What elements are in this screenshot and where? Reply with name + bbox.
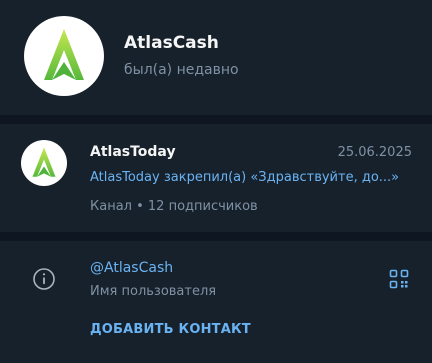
profile-name: AtlasCash — [124, 33, 219, 53]
channel-last-message[interactable]: AtlasToday закрепил(а) «Здравствуйте, до… — [90, 170, 399, 185]
channel-avatar[interactable] — [21, 140, 67, 186]
qr-code-icon[interactable] — [389, 269, 409, 289]
profile-info: @AtlasCash Имя пользователя ДОБАВИТЬ КОН… — [0, 241, 432, 363]
channel-date: 25.06.2025 — [337, 145, 412, 160]
profile-status: был(а) недавно — [124, 62, 239, 78]
add-contact-button[interactable]: ДОБАВИТЬ КОНТАКТ — [90, 322, 251, 337]
atlas-logo-icon — [44, 29, 84, 80]
profile-avatar[interactable] — [24, 16, 104, 96]
username-label: Имя пользователя — [90, 284, 217, 299]
channel-name: AtlasToday — [90, 144, 176, 160]
info-icon — [33, 268, 55, 290]
username-link[interactable]: @AtlasCash — [90, 260, 173, 276]
personal-channel[interactable]: AtlasToday 25.06.2025 AtlasToday закрепи… — [0, 124, 432, 232]
profile-header: AtlasCash был(а) недавно — [0, 0, 432, 115]
channel-meta: Канал • 12 подписчиков — [90, 199, 258, 214]
atlas-logo-icon — [32, 147, 56, 177]
